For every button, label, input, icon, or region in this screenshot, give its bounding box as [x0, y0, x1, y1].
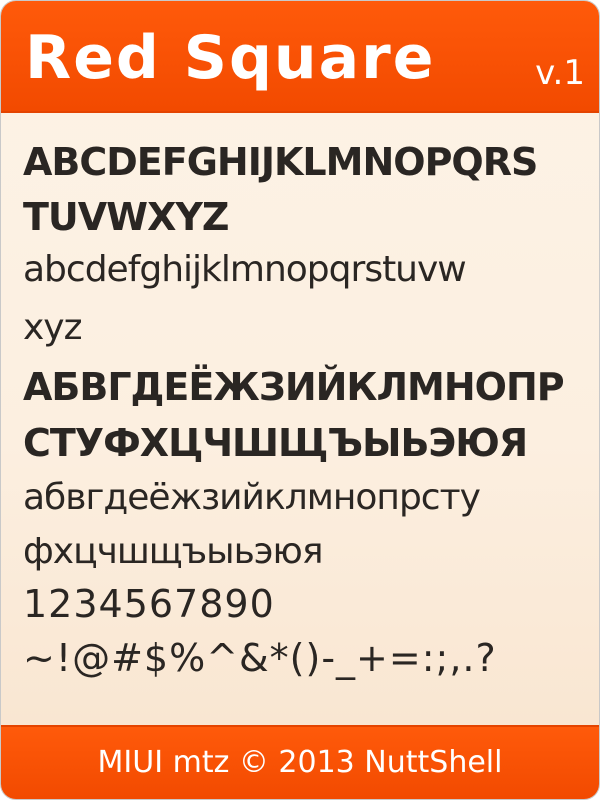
cyrillic-lowercase-line-2: фхцчшщъыьэюя	[23, 531, 324, 572]
digits-line: 1234567890	[23, 582, 275, 626]
version-label: v.1	[535, 53, 585, 93]
glyph-specimen: ABCDEFGHIJKLMNOPQRS TUVWXYZ abcdefghijkl…	[23, 131, 589, 685]
cyrillic-lowercase-line-1: абвгдеёжзийклмнопрсту	[23, 477, 481, 518]
font-specimen-card: Red Square v.1 ABCDEFGHIJKLMNOPQRS TUVWX…	[0, 0, 600, 800]
cyrillic-uppercase-line-2: СТУФХЦЧШЩЪЫЬЭЮЯ	[23, 421, 528, 465]
symbols-line: ~!@#$%^&*()-_+=:;,.?	[23, 636, 497, 680]
credit-text: MIUI mtz © 2013 NuttShell	[97, 745, 503, 780]
font-title: Red Square	[25, 23, 436, 93]
cyrillic-uppercase-line-1: АБВГДЕЁЖЗИЙКЛМНОПР	[23, 365, 565, 409]
footer-bar: MIUI mtz © 2013 NuttShell	[1, 725, 599, 799]
latin-uppercase-line-2: TUVWXYZ	[23, 195, 229, 239]
latin-lowercase-line-2: xyz	[23, 307, 83, 348]
latin-uppercase-line-1: ABCDEFGHIJKLMNOPQRS	[23, 140, 538, 184]
header-bar: Red Square v.1	[1, 1, 599, 113]
latin-lowercase-line-1: abcdefghijklmnopqrstuvw	[23, 249, 467, 290]
